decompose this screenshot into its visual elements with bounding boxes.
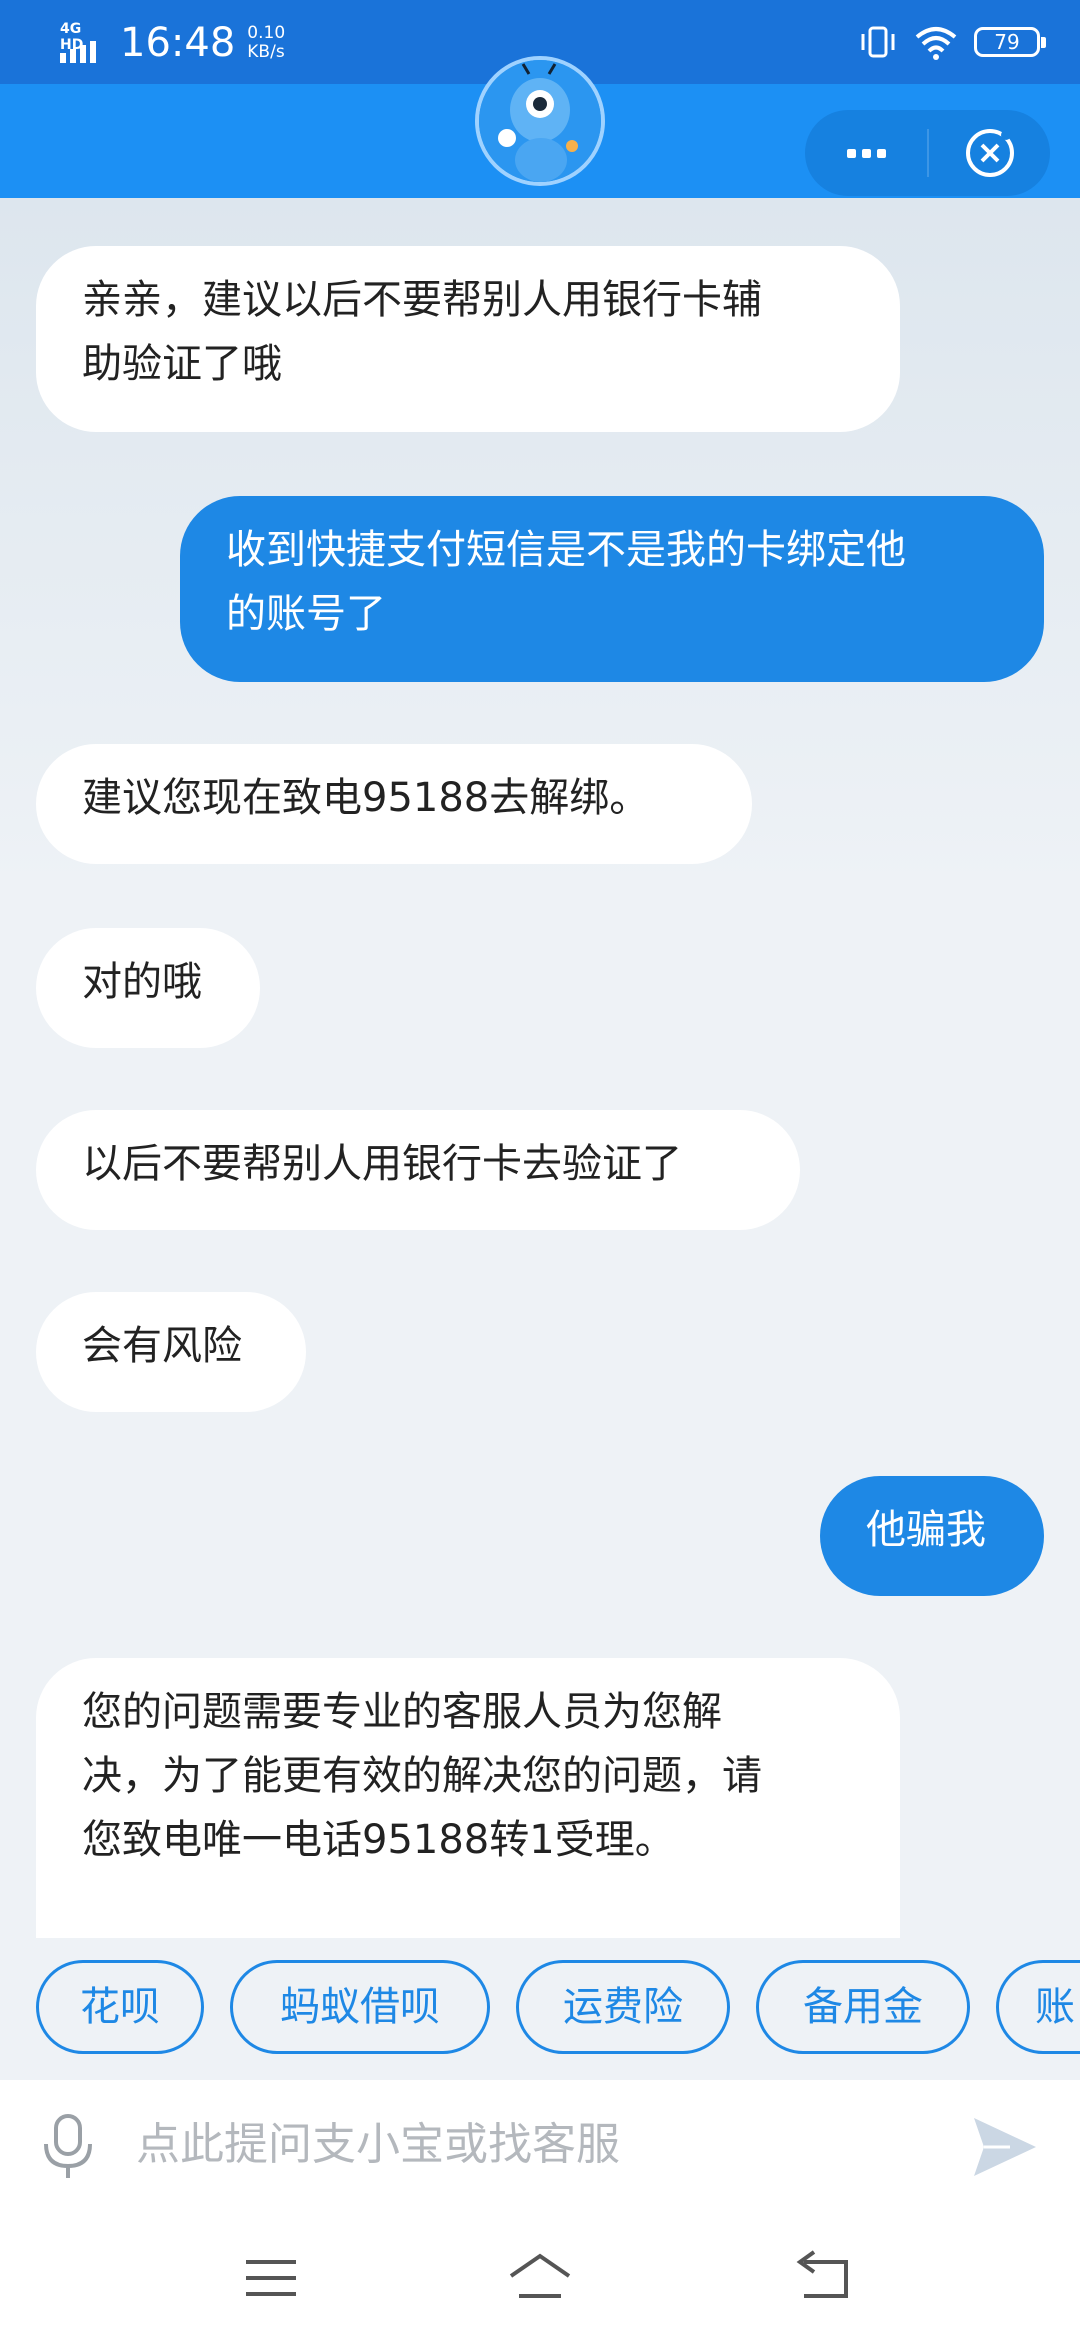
home-icon[interactable] — [505, 2248, 575, 2308]
wifi-icon — [915, 27, 957, 60]
bot-message: 对的哦 — [36, 928, 260, 1048]
quick-reply-chip[interactable]: 蚂蚁借呗 — [230, 1960, 490, 2054]
quick-reply-chip[interactable]: 备用金 — [756, 1960, 970, 2054]
bot-message: 建议您现在致电95188去解绑。 — [36, 744, 752, 864]
clock: 16:48 — [120, 20, 236, 66]
bot-message: 会有风险 — [36, 1292, 306, 1412]
bot-message: 以后不要帮别人用银行卡去验证了 — [36, 1110, 800, 1230]
quick-reply-chip[interactable]: 花呗 — [36, 1960, 204, 2054]
vibrate-icon — [861, 26, 895, 58]
user-message: 收到快捷支付短信是不是我的卡绑定他 的账号了 — [180, 496, 1044, 682]
mini-app-capsule — [805, 110, 1050, 196]
chat-area: 亲亲，建议以后不要帮别人用银行卡辅 助验证了哦 收到快捷支付短信是不是我的卡绑定… — [0, 198, 1080, 1938]
quick-reply-chip[interactable]: 账 — [996, 1960, 1080, 2054]
back-icon[interactable] — [790, 2248, 860, 2308]
question-input[interactable]: 点此提问支小宝或找客服 — [136, 2100, 936, 2190]
quick-reply-chip[interactable]: 运费险 — [516, 1960, 730, 2054]
battery-indicator: 79 — [974, 27, 1046, 57]
send-arrow-icon[interactable] — [970, 2114, 1040, 2180]
bot-message: 您的问题需要专业的客服人员为您解 决，为了能更有效的解决您的问题，请 您致电唯一… — [36, 1658, 900, 1938]
menu-icon[interactable] — [236, 2248, 306, 2308]
ant-mascot-avatar — [475, 56, 605, 186]
input-bar: 点此提问支小宝或找客服 — [0, 2080, 1080, 2210]
user-message: 他骗我 — [820, 1476, 1044, 1596]
system-nav-bar — [0, 2210, 1080, 2340]
more-dots-icon[interactable] — [805, 110, 927, 196]
network-speed: 0.10 KB/s — [247, 23, 286, 62]
quick-reply-bar: 花呗 蚂蚁借呗 运费险 备用金 账 — [0, 1960, 1080, 2060]
cellular-signal-icon: 4G HD — [58, 21, 108, 65]
microphone-icon[interactable] — [40, 2112, 96, 2182]
close-circle-icon[interactable] — [929, 110, 1050, 196]
bot-message: 亲亲，建议以后不要帮别人用银行卡辅 助验证了哦 — [36, 246, 900, 432]
